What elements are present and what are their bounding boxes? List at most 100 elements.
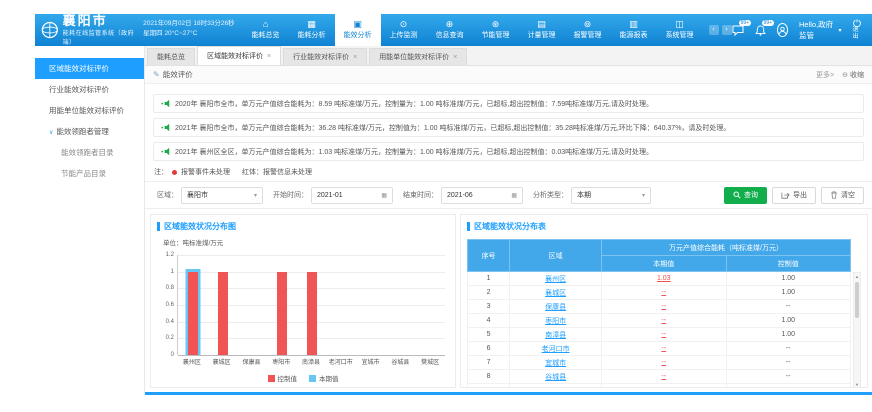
chart-legend: 控制值本期值: [151, 373, 455, 383]
region-link[interactable]: 襄州区: [545, 276, 566, 283]
tab-region-benchmark[interactable]: 区域能效对标评价×: [197, 46, 281, 65]
row-region: 枣阳市: [510, 314, 602, 328]
sidebar-item-saving-product-catalog[interactable]: 节能产品目录: [35, 163, 144, 184]
chart-bars: [178, 255, 445, 355]
power-icon: [853, 19, 861, 27]
scrollbar-thumb[interactable]: [855, 282, 859, 318]
speaker-icon: [161, 123, 170, 132]
chart-unit-label: 单位：吨标准煤/万元: [163, 237, 455, 247]
clear-button[interactable]: 清空: [821, 187, 864, 204]
region-link[interactable]: 南漳县: [545, 332, 566, 339]
start-date-value: 2021-01: [317, 192, 343, 199]
region-link[interactable]: 老河口市: [542, 346, 570, 353]
user-avatar-icon[interactable]: [777, 23, 788, 37]
nav-item-energy-overview[interactable]: ⌂能耗总览: [243, 14, 289, 46]
calendar-icon: ▦: [511, 192, 517, 199]
trash-icon: [830, 191, 838, 199]
close-icon[interactable]: ×: [353, 54, 357, 61]
tab-label: 行业能效对标评价: [293, 52, 349, 62]
region-link[interactable]: 樊城区: [545, 388, 566, 389]
bar-slot: [297, 255, 327, 355]
tab-unit-benchmark[interactable]: 用能单位能效对标评价×: [369, 48, 467, 65]
row-index: 6: [468, 342, 510, 356]
row-current: --: [602, 356, 726, 370]
table-row: 9樊城区----: [468, 384, 851, 389]
nav-label: 信息查询: [436, 30, 464, 40]
current-value-link[interactable]: --: [661, 373, 666, 380]
nav-item-system-mgmt[interactable]: ◫系统管理: [657, 14, 703, 46]
nav-scroll-left-button[interactable]: ‹: [709, 25, 719, 35]
table-panel-title: 区域能效状况分布表: [474, 221, 546, 232]
start-date-input[interactable]: 2021-01 ▦: [311, 187, 393, 204]
collapse-button[interactable]: ⊖ 收缩: [842, 70, 864, 80]
alarm-icon: ⊚: [584, 20, 592, 29]
bar-control[interactable]: [188, 272, 198, 355]
clear-label: 清空: [841, 190, 855, 200]
scroll-down-icon[interactable]: ▼: [854, 381, 860, 388]
nav-item-upload-monitor[interactable]: ⊙上传监测: [381, 14, 427, 46]
tab-energy-overview[interactable]: 能耗总览: [147, 48, 195, 65]
region-link[interactable]: 保康县: [545, 304, 566, 311]
current-value-link[interactable]: 1.03: [657, 275, 671, 282]
sidebar-item-label: 能效领跑者目录: [61, 148, 114, 157]
row-control: --: [726, 384, 851, 389]
sidebar-item-leader-mgmt[interactable]: ∨能效领跑者管理: [35, 121, 144, 142]
region-link[interactable]: 宜城市: [545, 360, 566, 367]
export-icon: [781, 191, 790, 199]
logout-button[interactable]: 退出: [853, 19, 862, 41]
tab-industry-benchmark[interactable]: 行业能效对标评价 ×: [283, 48, 367, 65]
current-value-link[interactable]: --: [661, 359, 666, 366]
table-scrollbar[interactable]: ▲ ▼: [853, 272, 861, 388]
bar-control[interactable]: [277, 272, 287, 355]
scroll-up-icon[interactable]: ▲: [854, 273, 860, 281]
legend-swatch: [309, 375, 316, 382]
nav-item-energy-consumption-analysis[interactable]: ▦能耗分析: [289, 14, 335, 46]
export-label: 导出: [793, 190, 807, 200]
nav-scroll-right-button[interactable]: ›: [722, 25, 732, 35]
bar-chart: 00.20.40.60.811.2: [177, 255, 445, 355]
region-link[interactable]: 谷城县: [545, 374, 566, 381]
current-value-link[interactable]: --: [661, 289, 666, 296]
current-value-link[interactable]: --: [661, 331, 666, 338]
nav-item-energy-report[interactable]: ▥能源报表: [611, 14, 657, 46]
sidebar-item-industry-benchmark[interactable]: 行业能效对标评价: [35, 79, 144, 100]
nav-item-info-query[interactable]: ⊕信息查询: [427, 14, 473, 46]
col-header-group: 万元产值综合能耗（吨标准煤/万元）: [602, 240, 851, 256]
region-link[interactable]: 枣阳市: [545, 318, 566, 325]
query-button[interactable]: 查询: [724, 187, 767, 204]
bar-control[interactable]: [307, 272, 317, 355]
region-link[interactable]: 襄城区: [545, 290, 566, 297]
current-value-link[interactable]: --: [661, 387, 666, 388]
current-value-link[interactable]: --: [661, 303, 666, 310]
end-date-input[interactable]: 2021-06 ▦: [441, 187, 523, 204]
region-select[interactable]: 襄阳市 ▾: [181, 187, 263, 204]
week-weather: 星期四 20°C~27°C: [143, 29, 234, 39]
nav-item-alarm-mgmt[interactable]: ⊚报警管理: [565, 14, 611, 46]
sidebar-item-leader-catalog[interactable]: 能效领跑者目录: [35, 142, 144, 163]
tab-label: 能耗总览: [157, 52, 185, 62]
bar-slot: [386, 255, 416, 355]
sidebar-item-region-benchmark[interactable]: 区域能效对标评价: [35, 58, 144, 79]
bar-control[interactable]: [218, 272, 228, 355]
current-value-link[interactable]: --: [661, 345, 666, 352]
current-datetime: 2021年09月02日 18时33分26秒: [143, 19, 234, 29]
user-greeting[interactable]: Hello,政府监管 ▾: [799, 19, 842, 41]
bar-slot: [267, 255, 297, 355]
region-select-value: 襄阳市: [187, 190, 208, 200]
close-icon[interactable]: ×: [453, 54, 457, 61]
nav-item-energy-saving-mgmt[interactable]: ⊛节能管理: [473, 14, 519, 46]
nav-item-metering-mgmt[interactable]: ▤计量管理: [519, 14, 565, 46]
analysis-type-select[interactable]: 本期 ▾: [571, 187, 651, 204]
sidebar-item-unit-benchmark[interactable]: 用能单位能效对标评价: [35, 100, 144, 121]
bell-icon[interactable]: 99+: [755, 25, 766, 36]
more-link[interactable]: 更多>: [816, 70, 834, 80]
body-row: 区域能效对标评价行业能效对标评价用能单位能效对标评价∨能效领跑者管理能效领跑者目…: [35, 46, 872, 395]
export-button[interactable]: 导出: [772, 187, 816, 204]
nav-item-energy-efficiency-analysis[interactable]: ▣能效分析: [335, 14, 381, 46]
sidebar-item-label: 行业能效对标评价: [49, 85, 109, 94]
message-icon[interactable]: 99+: [732, 25, 744, 36]
section-title: 能效评价: [163, 69, 193, 80]
close-icon[interactable]: ×: [267, 53, 271, 60]
current-value-link[interactable]: --: [661, 317, 666, 324]
panels: 区域能效状况分布图 单位：吨标准煤/万元 00.20.40.60.811.2 襄…: [145, 209, 872, 392]
